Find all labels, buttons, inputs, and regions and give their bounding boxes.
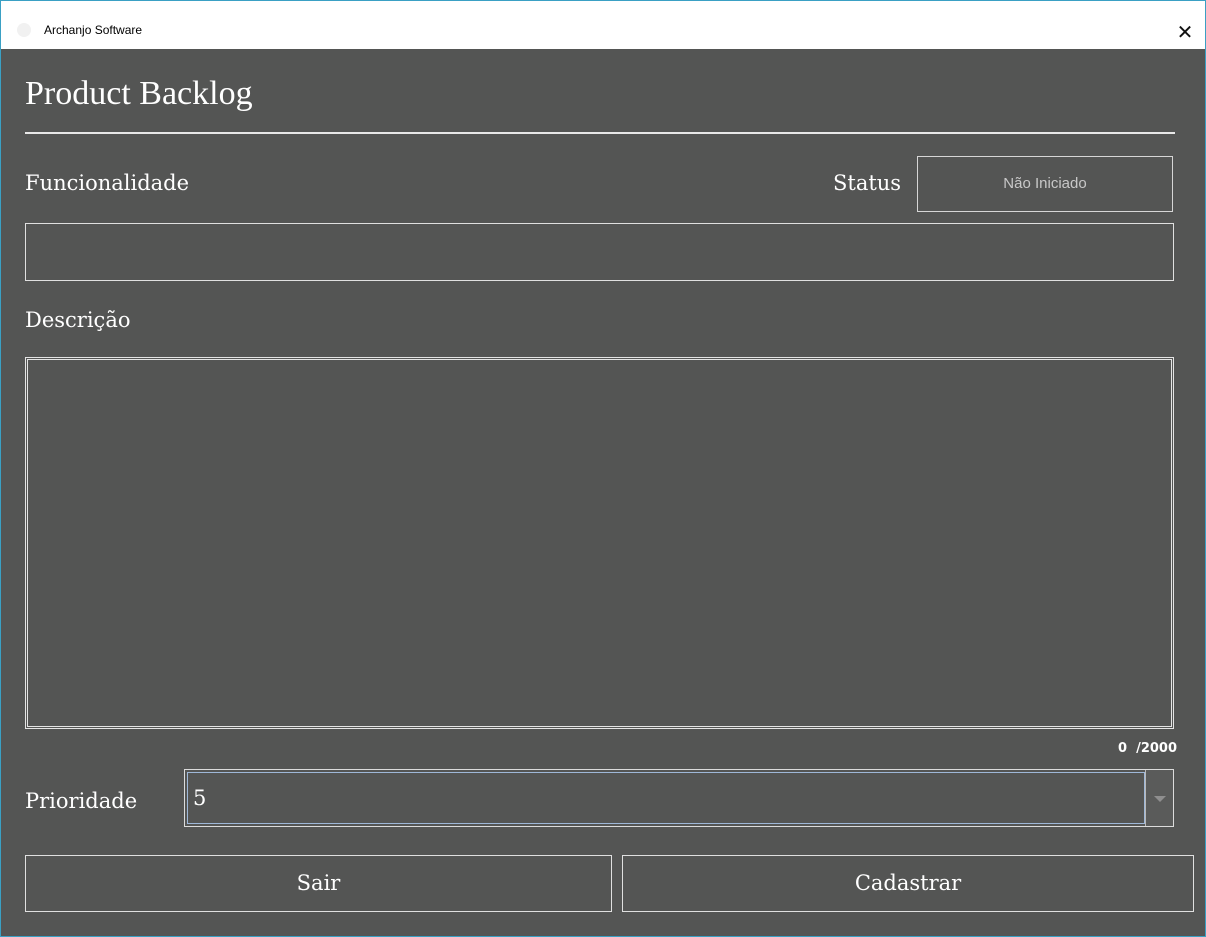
sair-button[interactable]: Sair bbox=[25, 855, 612, 912]
descricao-textarea[interactable] bbox=[25, 357, 1174, 729]
page-title: Product Backlog bbox=[25, 75, 253, 112]
close-icon[interactable]: ✕ bbox=[1165, 19, 1205, 45]
descricao-label: Descrição bbox=[25, 308, 131, 332]
app-window: Archanjo Software ✕ Product Backlog Func… bbox=[0, 0, 1206, 937]
status-label: Status bbox=[833, 171, 902, 195]
window-title: Archanjo Software bbox=[44, 23, 143, 37]
char-counter: 0 /2000 bbox=[1117, 741, 1177, 756]
chevron-down-icon[interactable] bbox=[1145, 770, 1173, 826]
title-bar[interactable]: Archanjo Software ✕ bbox=[1, 1, 1205, 49]
prioridade-label: Prioridade bbox=[25, 789, 138, 813]
title-divider bbox=[25, 132, 1175, 134]
status-value-box: Não Iniciado bbox=[917, 156, 1173, 212]
funcionalidade-label: Funcionalidade bbox=[25, 171, 190, 195]
funcionalidade-input[interactable] bbox=[25, 223, 1174, 281]
prioridade-selected-value[interactable]: 5 bbox=[187, 772, 1145, 824]
cadastrar-button[interactable]: Cadastrar bbox=[622, 855, 1194, 912]
app-icon bbox=[17, 23, 31, 37]
prioridade-dropdown[interactable]: 5 bbox=[184, 769, 1174, 827]
